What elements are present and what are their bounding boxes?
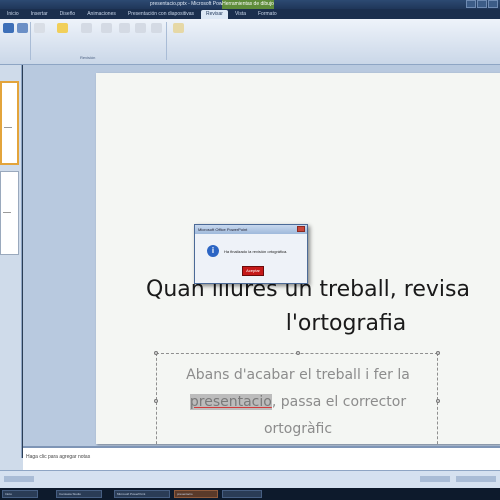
- start-button[interactable]: Inicio: [2, 490, 38, 498]
- comment-icon: [57, 23, 68, 33]
- status-bar: [0, 470, 500, 488]
- markup-icon: [151, 23, 162, 33]
- previous-icon: [119, 23, 130, 33]
- research-icon: [17, 23, 28, 33]
- body-textbox[interactable]: Abans d'acabar el treball i fer la prese…: [154, 351, 440, 451]
- tab-animaciones[interactable]: Animaciones: [82, 10, 121, 19]
- dialog-message: Ha finalizado la revisión ortográfica.: [224, 249, 288, 254]
- minimize-button[interactable]: [466, 0, 476, 8]
- spelling-button[interactable]: [2, 23, 15, 38]
- new-comment-button[interactable]: [56, 23, 69, 38]
- slide-thumbnail-2[interactable]: [0, 171, 19, 255]
- thumbnail-text-line: [3, 212, 11, 213]
- tab-insertar[interactable]: Insertar: [26, 10, 53, 19]
- tab-vista[interactable]: Vista: [230, 10, 251, 19]
- taskbar-item-presentacio[interactable]: presentacio: [174, 490, 218, 498]
- notes-placeholder: Haga clic para agregar notas: [26, 454, 91, 460]
- edit-comment-button[interactable]: [80, 23, 93, 38]
- delete-comment-icon: [101, 23, 112, 33]
- body-line-2-rest: , passa el corrector: [271, 394, 407, 410]
- taskbar-item-camtasia[interactable]: Camtasia Studio: [56, 490, 102, 498]
- translate-button[interactable]: [33, 23, 46, 38]
- body-text: Abans d'acabar el treball i fer la prese…: [157, 362, 439, 443]
- pane-footer: [0, 458, 23, 470]
- zoom-slider[interactable]: [456, 476, 496, 482]
- maximize-button[interactable]: [477, 0, 487, 8]
- tab-formato[interactable]: Formato: [253, 10, 282, 19]
- status-slide-count: [4, 476, 34, 482]
- thumbnail-text-line: [4, 127, 12, 128]
- taskbar-item[interactable]: [222, 490, 262, 498]
- window-controls: [466, 0, 498, 8]
- ok-button[interactable]: Aceptar: [242, 266, 264, 276]
- slide-title-line-2: l'ortografia: [285, 311, 407, 336]
- translate-icon: [34, 23, 45, 33]
- previous-comment-button[interactable]: [118, 23, 131, 38]
- ribbon-tabs: Inicio Insertar Diseño Animaciones Prese…: [0, 9, 500, 19]
- delete-comment-button[interactable]: [100, 23, 113, 38]
- tab-revisar[interactable]: Revisar: [201, 10, 228, 19]
- spelling-icon: [3, 23, 14, 33]
- dialog-title: Microsoft Office PowerPoint: [195, 225, 307, 234]
- group-label: Revisión: [80, 55, 96, 60]
- next-icon: [135, 23, 146, 33]
- tab-diseno[interactable]: Diseño: [55, 10, 81, 19]
- close-button[interactable]: [488, 0, 498, 8]
- document-icon: [173, 23, 184, 33]
- info-icon: i: [207, 245, 219, 257]
- misspelled-word[interactable]: presentacio: [189, 394, 272, 410]
- title-bar: presentacio.pptx - Microsoft PowerPoint …: [0, 0, 500, 9]
- tab-inicio[interactable]: Inicio: [2, 10, 24, 19]
- show-markup-button[interactable]: [150, 23, 163, 38]
- view-buttons[interactable]: [420, 476, 450, 482]
- protect-button[interactable]: [172, 23, 185, 38]
- notes-pane[interactable]: Haga clic para agregar notas: [23, 446, 500, 470]
- body-line-3: ortogràfic: [263, 421, 333, 437]
- app-root: presentacio.pptx - Microsoft PowerPoint …: [0, 0, 500, 500]
- divider: [30, 22, 31, 60]
- divider: [166, 22, 167, 60]
- body-line-1: Abans d'acabar el treball i fer la: [186, 367, 410, 383]
- taskbar: Inicio Camtasia Studio Microsoft PowerPo…: [0, 488, 500, 500]
- slide-thumbnail-1[interactable]: [0, 81, 19, 165]
- next-comment-button[interactable]: [134, 23, 147, 38]
- research-button[interactable]: [16, 23, 29, 38]
- tab-presentacion[interactable]: Presentación con diapositivas: [123, 10, 199, 19]
- dialog-close-button[interactable]: [297, 226, 305, 232]
- ribbon-body: Revisión: [0, 19, 500, 65]
- message-dialog: Microsoft Office PowerPoint i Ha finaliz…: [194, 224, 308, 284]
- taskbar-item-powerpoint[interactable]: Microsoft PowerPoint: [114, 490, 170, 498]
- resize-handle[interactable]: [154, 351, 158, 355]
- resize-handle[interactable]: [296, 351, 300, 355]
- edit-comment-icon: [81, 23, 92, 33]
- resize-handle[interactable]: [436, 351, 440, 355]
- context-tab-label[interactable]: Herramientas de dibujo: [222, 0, 274, 9]
- slide-thumbnails-pane: [0, 65, 22, 458]
